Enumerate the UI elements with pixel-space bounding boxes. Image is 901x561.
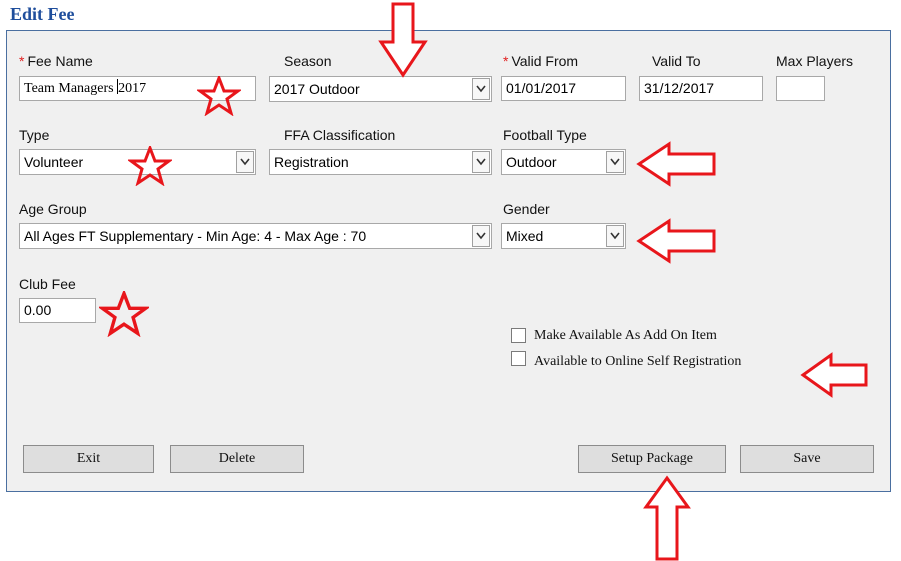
edit-fee-panel: * Fee Name Season * Valid From Valid To Ma… xyxy=(6,30,891,492)
online-self-registration-label: Available to Online Self Registration xyxy=(534,354,742,369)
setup-package-button[interactable]: Setup Package xyxy=(578,445,726,473)
age-group-value: All Ages FT Supplementary - Min Age: 4 -… xyxy=(24,228,367,244)
add-on-item-label: Make Available As Add On Item xyxy=(534,328,717,343)
valid-from-label-text: Valid From xyxy=(511,53,579,69)
star-annotation-fee-name xyxy=(197,76,241,116)
valid-from-label: * Valid From xyxy=(503,53,578,69)
delete-button[interactable]: Delete xyxy=(170,445,304,473)
ffa-classification-select[interactable]: Registration xyxy=(269,149,492,175)
exit-button[interactable]: Exit xyxy=(23,445,154,473)
chevron-down-icon[interactable] xyxy=(606,225,624,247)
arrow-down-annotation xyxy=(378,2,428,78)
football-type-value: Outdoor xyxy=(506,154,557,170)
valid-to-field[interactable]: 31/12/2017 xyxy=(639,76,763,101)
season-select[interactable]: 2017 Outdoor xyxy=(269,76,492,102)
save-button[interactable]: Save xyxy=(740,445,874,473)
fee-name-text-end: 2017 xyxy=(118,81,147,96)
type-label: Type xyxy=(19,127,50,143)
max-players-label: Max Players xyxy=(776,53,854,69)
season-value: 2017 Outdoor xyxy=(274,81,360,97)
chevron-down-icon[interactable] xyxy=(606,151,624,173)
gender-value: Mixed xyxy=(506,228,544,244)
fee-name-label-text: Fee Name xyxy=(27,53,93,69)
required-marker: * xyxy=(19,53,25,69)
club-fee-label: Club Fee xyxy=(19,276,76,292)
ffa-classification-label: FFA Classification xyxy=(284,127,396,143)
age-group-label: Age Group xyxy=(19,201,87,217)
chevron-down-icon[interactable] xyxy=(472,78,490,100)
gender-label: Gender xyxy=(503,201,550,217)
club-fee-field[interactable]: 0.00 xyxy=(19,298,96,323)
fee-name-label: * Fee Name xyxy=(19,53,93,69)
football-type-label: Football Type xyxy=(503,127,587,143)
star-annotation-club-fee xyxy=(99,291,149,337)
valid-to-label: Valid To xyxy=(652,53,701,69)
add-on-item-checkbox[interactable] xyxy=(511,328,526,343)
ffa-classification-value: Registration xyxy=(274,154,349,170)
arrow-left-annotation-gender xyxy=(636,218,716,264)
chevron-down-icon[interactable] xyxy=(472,225,490,247)
star-annotation-type xyxy=(128,146,172,186)
online-self-registration-checkbox[interactable] xyxy=(511,351,526,366)
arrow-up-annotation xyxy=(643,475,691,561)
arrow-left-annotation-football-type xyxy=(636,141,716,187)
chevron-down-icon[interactable] xyxy=(236,151,254,173)
required-marker: * xyxy=(503,53,509,69)
chevron-down-icon[interactable] xyxy=(472,151,490,173)
gender-select[interactable]: Mixed xyxy=(501,223,626,249)
age-group-select[interactable]: All Ages FT Supplementary - Min Age: 4 -… xyxy=(19,223,492,249)
season-label: Season xyxy=(284,53,332,69)
fee-name-text: Team Managers xyxy=(24,81,118,96)
max-players-field[interactable] xyxy=(776,76,825,101)
page-title: Edit Fee xyxy=(10,4,75,24)
type-value: Volunteer xyxy=(24,154,84,170)
valid-from-field[interactable]: 01/01/2017 xyxy=(501,76,626,101)
arrow-left-annotation-online-registration xyxy=(800,352,868,398)
football-type-select[interactable]: Outdoor xyxy=(501,149,626,175)
